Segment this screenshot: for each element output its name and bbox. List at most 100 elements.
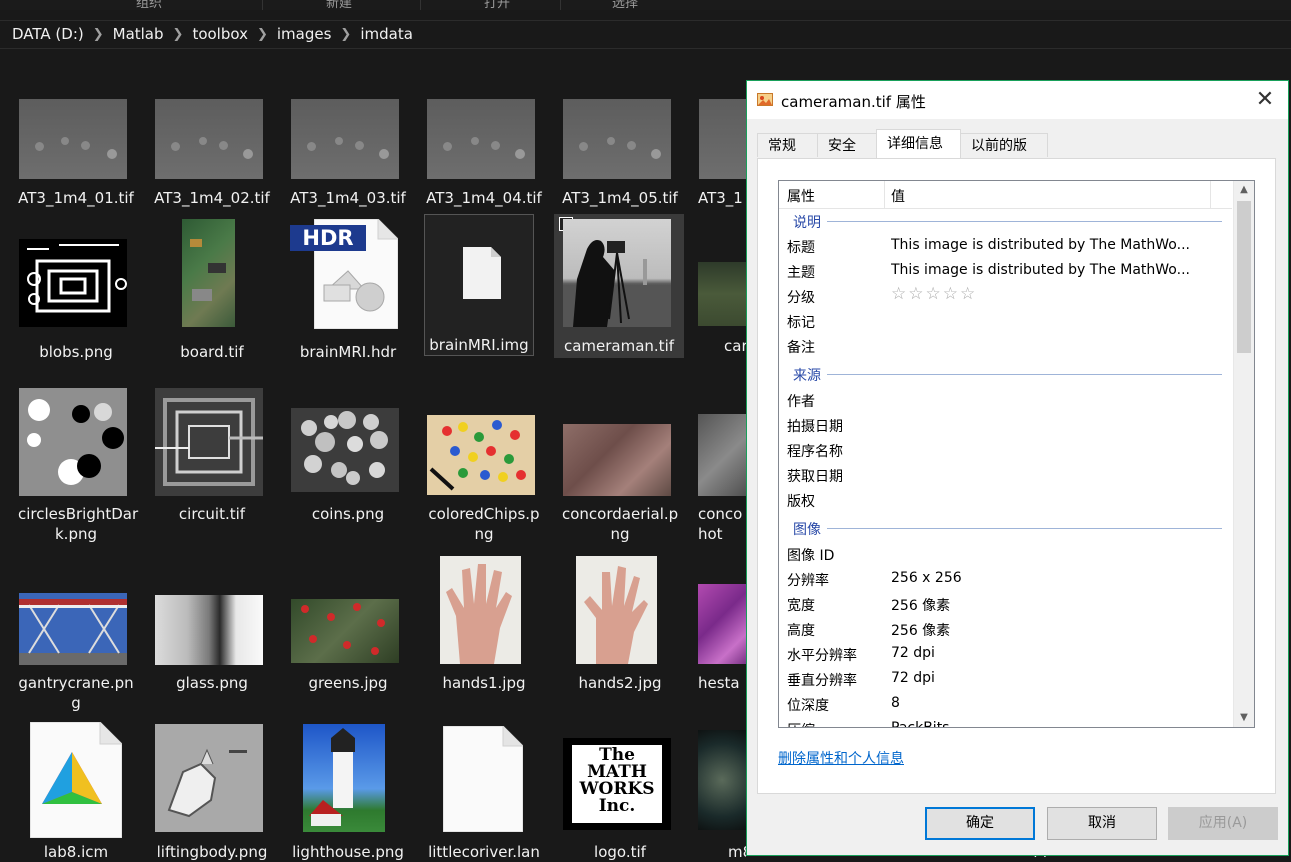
property-row[interactable]: 分级 ☆☆☆☆☆ bbox=[779, 283, 1232, 308]
file-item[interactable]: concordaerial.p ng bbox=[562, 386, 686, 546]
file-item[interactable]: hands2.jpg bbox=[562, 556, 686, 716]
file-item[interactable]: AT3_1 bbox=[698, 96, 746, 216]
file-item[interactable]: AT3_1m4_02.tif bbox=[154, 96, 278, 216]
file-item[interactable]: liftingbody.png bbox=[154, 720, 278, 861]
column-header-value[interactable]: 值 bbox=[891, 186, 905, 206]
scroll-thumb[interactable] bbox=[1237, 201, 1251, 353]
property-row[interactable]: 压缩 PackBits bbox=[779, 716, 1232, 727]
dialog-titlebar[interactable]: cameraman.tif 属性 ✕ bbox=[747, 81, 1288, 119]
property-value[interactable]: 256 像素 bbox=[891, 620, 950, 640]
cancel-button[interactable]: 取消 bbox=[1047, 807, 1157, 840]
property-row[interactable]: 版权 bbox=[779, 487, 1232, 512]
breadcrumb-matlab[interactable]: Matlab bbox=[113, 25, 164, 43]
property-row[interactable]: 拍摄日期 bbox=[779, 412, 1232, 437]
file-item[interactable]: gantrycrane.pn g bbox=[18, 556, 142, 716]
property-value[interactable]: 72 dpi bbox=[891, 670, 935, 686]
vertical-scrollbar[interactable]: ▲ ▼ bbox=[1233, 181, 1254, 727]
property-row[interactable]: 宽度 256 像素 bbox=[779, 591, 1232, 616]
file-item-selected[interactable]: ✓ cameraman.tif bbox=[554, 214, 684, 358]
property-value[interactable]: This image is distributed by The MathWo.… bbox=[891, 237, 1190, 253]
property-row[interactable]: 程序名称 bbox=[779, 437, 1232, 462]
file-item[interactable]: circlesBrightDar k.png bbox=[18, 386, 142, 546]
breadcrumb-toolbox[interactable]: toolbox bbox=[192, 25, 248, 43]
ribbon-group-new[interactable]: 新建 bbox=[326, 0, 352, 10]
file-item[interactable]: board.tif bbox=[154, 219, 278, 361]
chevron-right-icon[interactable]: ❯ bbox=[93, 27, 104, 42]
property-row[interactable]: 图像 ID bbox=[779, 541, 1232, 566]
property-value[interactable]: 72 dpi bbox=[891, 645, 935, 661]
tab-previous-versions[interactable]: 以前的版本 bbox=[960, 133, 1048, 178]
ribbon-group-open[interactable]: 打开 bbox=[484, 0, 510, 10]
property-row[interactable]: 高度 256 像素 bbox=[779, 616, 1232, 641]
file-item[interactable]: hesta bbox=[698, 556, 746, 716]
scroll-up-icon[interactable]: ▲ bbox=[1234, 181, 1254, 199]
column-header-property[interactable]: 属性 bbox=[787, 186, 815, 206]
property-row[interactable]: 标记 bbox=[779, 308, 1232, 333]
tab-general[interactable]: 常规 bbox=[757, 133, 819, 157]
rating-stars-icon[interactable]: ☆☆☆☆☆ bbox=[891, 284, 977, 304]
close-icon[interactable]: ✕ bbox=[1252, 87, 1278, 113]
file-item[interactable]: greens.jpg bbox=[290, 556, 414, 716]
file-item[interactable]: brainMRI.img bbox=[424, 214, 534, 356]
property-key: 标题 bbox=[787, 240, 815, 256]
file-item[interactable]: AT3_1m4_01.tif bbox=[18, 96, 142, 216]
breadcrumb-drive[interactable]: DATA (D:) bbox=[12, 25, 84, 43]
address-bar[interactable]: DATA (D:) ❯ Matlab ❯ toolbox ❯ images ❯ … bbox=[0, 20, 1291, 49]
file-item[interactable]: hands1.jpg bbox=[426, 556, 550, 716]
file-item[interactable]: AT3_1m4_05.tif bbox=[562, 96, 686, 216]
remove-properties-link[interactable]: 删除属性和个人信息 bbox=[778, 748, 904, 768]
property-row[interactable]: 水平分辨率 72 dpi bbox=[779, 641, 1232, 666]
file-item[interactable]: coloredChips.p ng bbox=[426, 386, 550, 546]
chevron-right-icon[interactable]: ❯ bbox=[173, 27, 184, 42]
file-thumbnail bbox=[155, 388, 263, 496]
tab-details[interactable]: 详细信息 bbox=[876, 129, 961, 158]
properties-list[interactable]: 属性 值 说明 标题 This image is distributed by T… bbox=[778, 180, 1255, 728]
property-value[interactable]: This image is distributed by The MathWo.… bbox=[891, 262, 1190, 278]
property-value[interactable]: PackBits bbox=[891, 720, 949, 727]
file-item[interactable]: HDR brainMRI.hdr bbox=[290, 219, 414, 361]
file-item[interactable]: car bbox=[698, 236, 746, 356]
file-item[interactable]: AT3_1m4_04.tif bbox=[426, 96, 550, 216]
file-item[interactable]: The MATH WORKS Inc. logo.tif bbox=[562, 720, 686, 861]
group-header-description[interactable]: 说明 bbox=[779, 208, 1232, 233]
property-row[interactable]: 主题 This image is distributed by The MathW… bbox=[779, 258, 1232, 283]
file-item[interactable]: coins.png bbox=[290, 386, 414, 546]
file-thumbnail bbox=[291, 599, 399, 663]
column-divider[interactable] bbox=[1210, 181, 1211, 208]
breadcrumb-images[interactable]: images bbox=[277, 25, 332, 43]
property-row[interactable]: 作者 bbox=[779, 387, 1232, 412]
file-item[interactable]: blobs.png bbox=[18, 236, 142, 361]
file-item[interactable]: m83.tif bbox=[698, 720, 746, 860]
apply-button[interactable]: 应用(A) bbox=[1168, 807, 1278, 840]
ribbon-divider bbox=[262, 0, 263, 10]
property-value[interactable]: 256 x 256 bbox=[891, 570, 962, 586]
chevron-right-icon[interactable]: ❯ bbox=[340, 27, 351, 42]
tab-security[interactable]: 安全 bbox=[817, 133, 877, 157]
property-value[interactable]: 8 bbox=[891, 695, 900, 711]
file-item[interactable]: lab8.icm bbox=[18, 720, 142, 861]
file-item[interactable]: circuit.tif bbox=[154, 386, 278, 546]
column-divider[interactable] bbox=[884, 181, 885, 208]
group-header-origin[interactable]: 来源 bbox=[779, 361, 1232, 386]
file-item[interactable]: littlecoriver.lan bbox=[426, 720, 550, 861]
file-item[interactable]: lighthouse.png bbox=[290, 720, 414, 861]
breadcrumb: DATA (D:) ❯ Matlab ❯ toolbox ❯ images ❯ … bbox=[12, 25, 413, 43]
property-row[interactable]: 标题 This image is distributed by The MathW… bbox=[779, 233, 1232, 258]
property-row[interactable]: 备注 bbox=[779, 333, 1232, 358]
property-row[interactable]: 获取日期 bbox=[779, 462, 1232, 487]
scroll-down-icon[interactable]: ▼ bbox=[1234, 709, 1254, 727]
group-header-image[interactable]: 图像 bbox=[779, 515, 1232, 540]
property-row[interactable]: 分辨率 256 x 256 bbox=[779, 566, 1232, 591]
file-thumbnail bbox=[291, 408, 399, 492]
file-item[interactable]: glass.png bbox=[154, 556, 278, 716]
breadcrumb-imdata[interactable]: imdata bbox=[360, 25, 413, 43]
file-item[interactable]: AT3_1m4_03.tif bbox=[290, 96, 414, 216]
property-row[interactable]: 位深度 8 bbox=[779, 691, 1232, 716]
ok-button[interactable]: 确定 bbox=[925, 807, 1035, 840]
chevron-right-icon[interactable]: ❯ bbox=[257, 27, 268, 42]
ribbon-group-organize[interactable]: 组织 bbox=[136, 0, 162, 10]
property-value[interactable]: 256 像素 bbox=[891, 595, 950, 615]
file-item[interactable]: conco hot bbox=[698, 386, 746, 546]
ribbon-group-select[interactable]: 选择 bbox=[612, 0, 638, 10]
property-row[interactable]: 垂直分辨率 72 dpi bbox=[779, 666, 1232, 691]
